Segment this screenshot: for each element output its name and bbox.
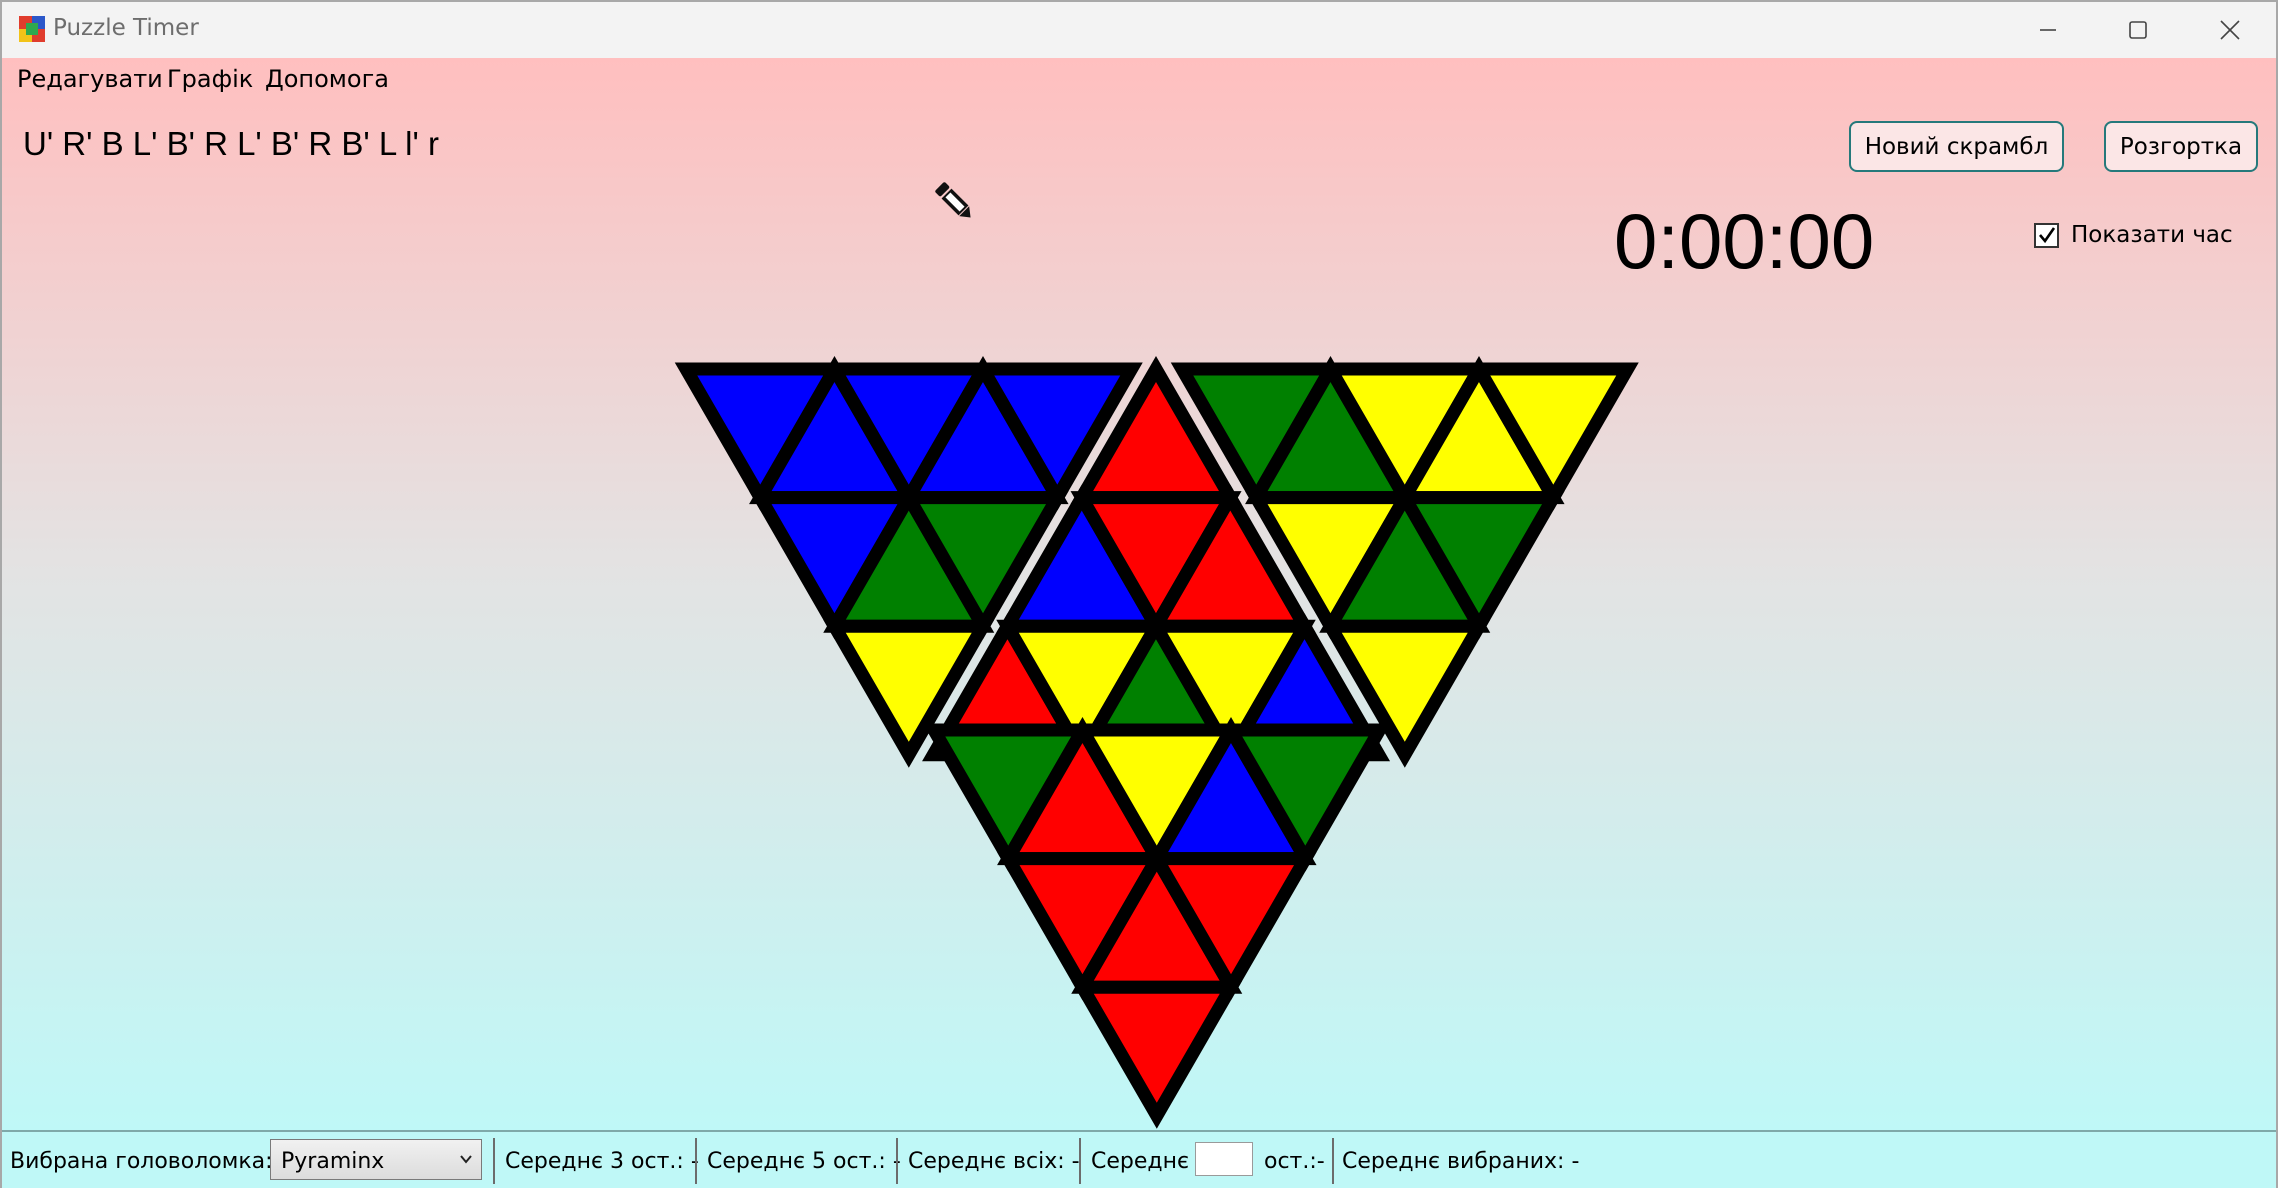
average-custom-suffix: ост.:- bbox=[1264, 1149, 1325, 1174]
pyraminx-net bbox=[674, 356, 1639, 1129]
minimize-button[interactable] bbox=[2002, 2, 2094, 58]
app-window: Puzzle Timer Редагувати Графік Допомога … bbox=[0, 0, 2278, 1188]
minimize-icon bbox=[2040, 29, 2056, 31]
status-separator bbox=[896, 1138, 898, 1184]
maximize-icon bbox=[2129, 21, 2147, 39]
maximize-button[interactable] bbox=[2092, 2, 2184, 58]
main-area: Редагувати Графік Допомога U' R' B L' B'… bbox=[2, 58, 2276, 1130]
window-title: Puzzle Timer bbox=[53, 15, 199, 41]
app-icon bbox=[19, 16, 45, 42]
status-bar: Вибрана головоломка: Pyraminx Середнє 3 … bbox=[2, 1130, 2276, 1188]
average-3-text: Середнє 3 ост.: - bbox=[505, 1149, 699, 1174]
average-count-input[interactable] bbox=[1195, 1142, 1253, 1176]
selected-puzzle-label: Вибрана головоломка: bbox=[10, 1149, 273, 1174]
puzzle-select[interactable]: Pyraminx bbox=[270, 1139, 482, 1180]
status-separator bbox=[695, 1138, 697, 1184]
average-all-text: Середнє всіх: - bbox=[908, 1149, 1080, 1174]
status-separator bbox=[1332, 1138, 1334, 1184]
status-separator bbox=[493, 1138, 495, 1184]
average-5-text: Середнє 5 ост.: - bbox=[707, 1149, 901, 1174]
chevron-down-icon bbox=[460, 1155, 472, 1164]
average-selected-text: Середнє вибраних: - bbox=[1342, 1149, 1580, 1174]
puzzle-select-value: Pyraminx bbox=[281, 1149, 385, 1174]
close-button[interactable] bbox=[2184, 2, 2276, 58]
average-custom-prefix: Середнє bbox=[1091, 1149, 1190, 1174]
close-icon bbox=[2220, 20, 2240, 40]
status-separator bbox=[1079, 1138, 1081, 1184]
bottom-face-sticker bbox=[1071, 980, 1243, 1129]
title-bar[interactable]: Puzzle Timer bbox=[2, 2, 2276, 58]
